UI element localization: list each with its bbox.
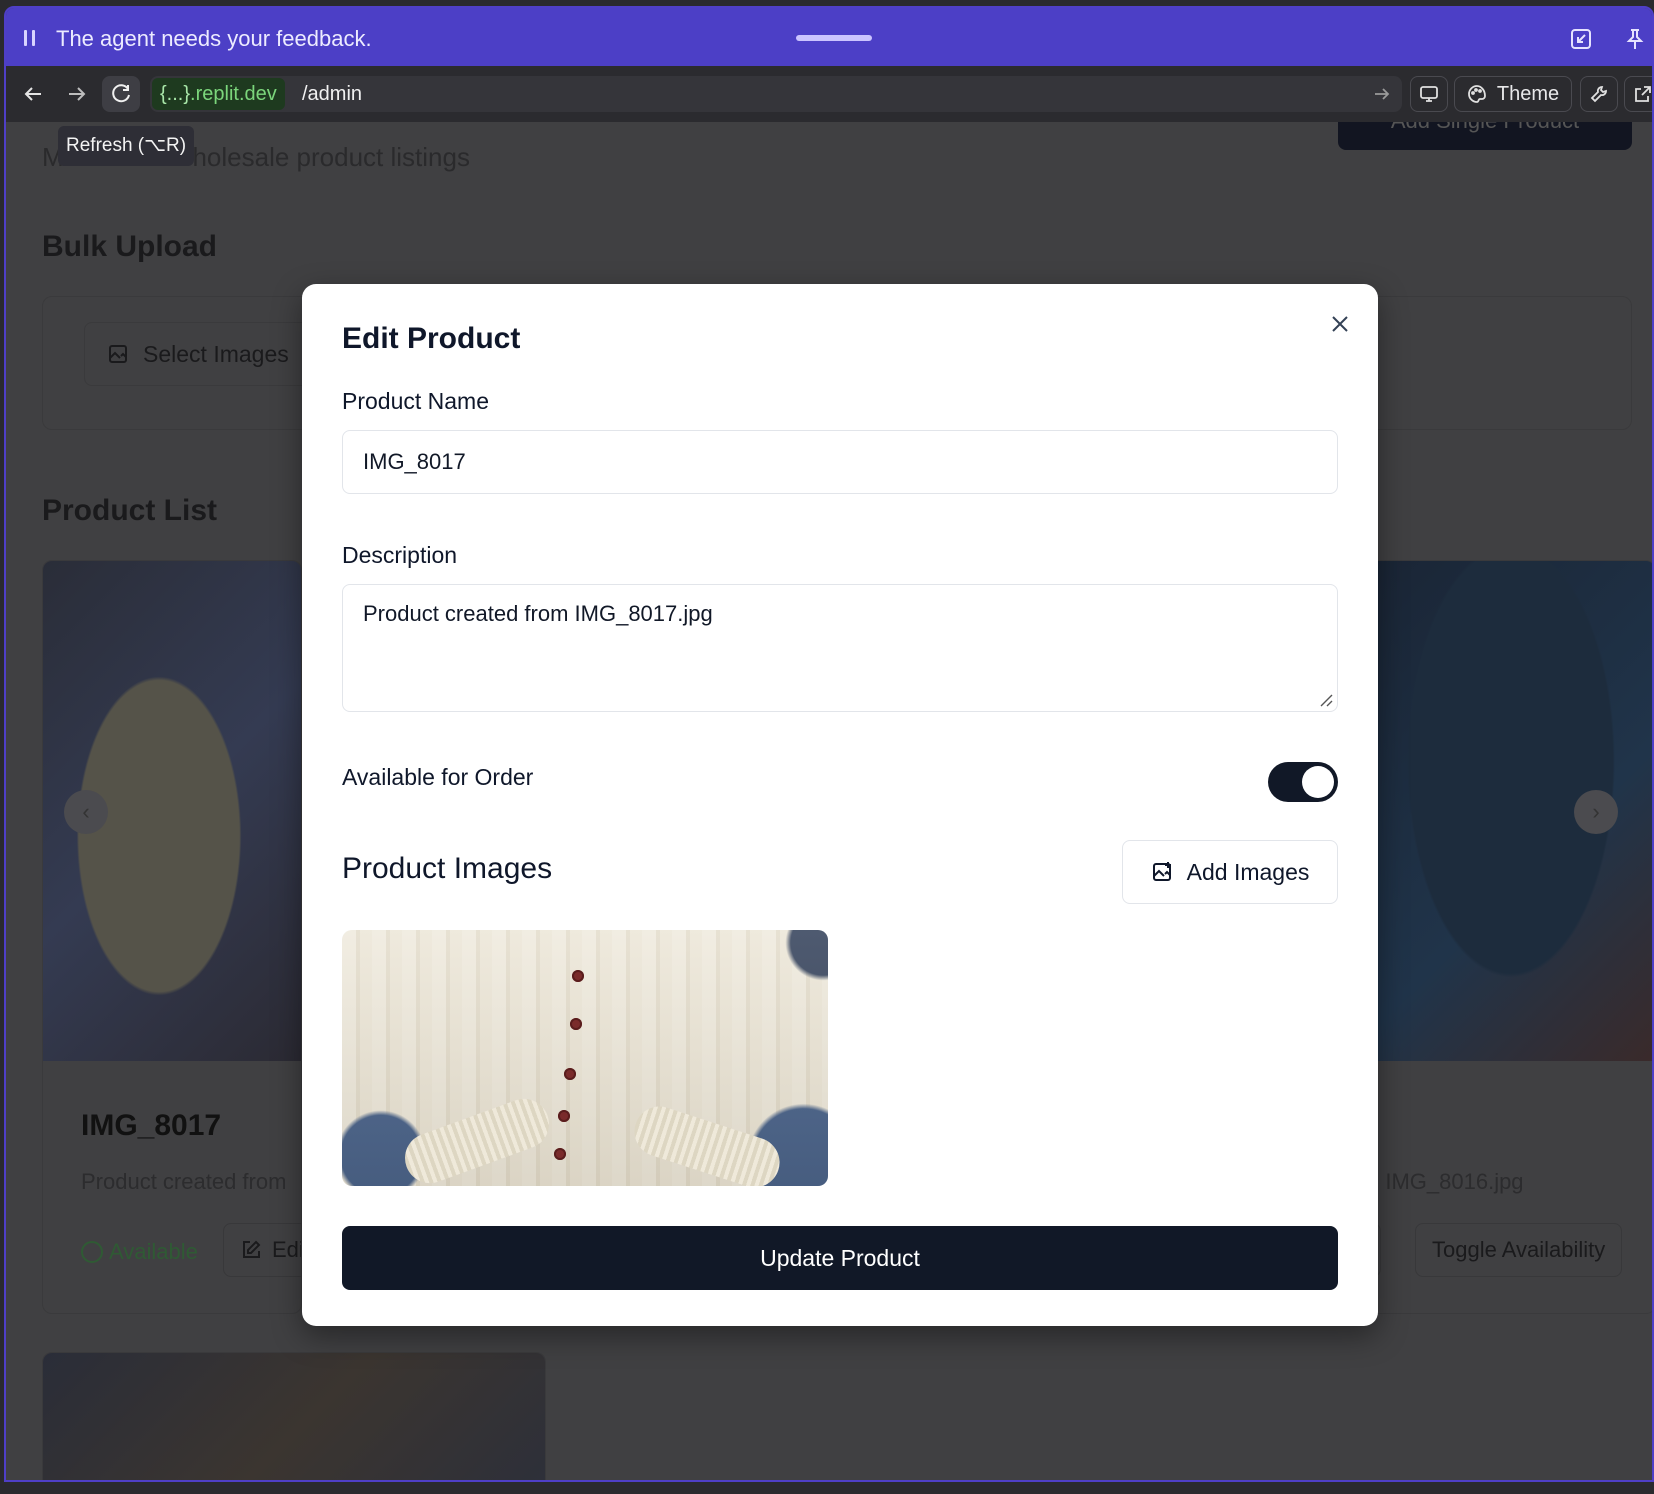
refresh-tooltip: Refresh (⌥R) [58,126,195,166]
device-preview-button[interactable] [1410,76,1448,112]
theme-label: Theme [1496,82,1560,105]
bulk-upload-heading: Bulk Upload [42,230,218,263]
description-textarea[interactable]: Product created from IMG_8017.jpg [342,584,1338,712]
pause-icon[interactable] [24,30,36,46]
available-label: Available for Order [342,764,534,790]
image-plus-icon [1152,862,1171,881]
add-images-button[interactable]: Add Images [1122,840,1338,904]
edit-product-dialog: Edit Product Product Name IMG_8017 Descr… [302,284,1378,1326]
description-value: Product created from IMG_8017.jpg [363,601,713,626]
address-bar[interactable]: {...}.replit.dev /admin [150,76,1402,112]
forward-button[interactable] [58,76,96,112]
back-button[interactable] [14,76,52,112]
product-card: IMG_8017 Product created from Available … [42,560,302,1314]
url-host: {...}.replit.dev [152,78,285,110]
url-path: /admin [302,83,363,105]
banner-message: The agent needs your feedback. [56,26,372,51]
availability-status: Available [81,1239,198,1265]
product-card-description: n IMG_8016.jpg [1367,1169,1524,1194]
resize-handle-icon[interactable] [1319,693,1333,707]
select-images-label: Select Images [143,340,289,367]
go-arrow-icon[interactable] [1372,84,1392,104]
product-name-input[interactable]: IMG_8017 [342,430,1338,494]
carousel-prev-icon[interactable]: ‹ [64,790,108,834]
edit-icon [243,1240,261,1258]
update-product-button[interactable]: Update Product [342,1226,1338,1290]
available-toggle[interactable] [1268,762,1338,802]
open-external-button[interactable] [1624,76,1652,112]
tools-button[interactable] [1580,76,1618,112]
add-single-product-button[interactable]: Add Single Product [1338,122,1632,150]
dialog-title: Edit Product [342,322,521,355]
product-card-image [43,1353,545,1480]
theme-button[interactable]: Theme [1454,76,1572,112]
select-images-button[interactable]: Select Images [84,322,324,386]
product-card: n IMG_8016.jpg it Toggle Availability [1366,560,1652,1314]
agent-feedback-banner: The agent needs your feedback. [6,8,1652,66]
palette-icon [1468,85,1486,103]
image-plus-icon [109,345,127,363]
app-frame: The agent needs your feedback. {...}.rep… [4,6,1654,1482]
toggle-availability-button[interactable]: Toggle Availability [1415,1223,1623,1277]
product-card [42,1352,546,1480]
refresh-button[interactable] [102,76,140,112]
add-images-label: Add Images [1186,858,1310,885]
drag-handle[interactable] [796,35,872,41]
pin-icon[interactable] [1624,28,1646,50]
product-image-thumbnail[interactable] [342,930,828,1186]
collapse-icon[interactable] [1570,28,1592,50]
product-images-heading: Product Images [342,852,553,885]
toggle-availability-label: Toggle Availability [1432,1237,1606,1262]
product-list-heading: Product List [42,494,218,527]
close-icon[interactable] [1328,312,1352,336]
browser-toolbar: {...}.replit.dev /admin Theme [6,66,1652,122]
edit-label: Edi [272,1237,302,1262]
toggle-knob [1302,766,1334,798]
product-name-label: Product Name [342,388,490,414]
check-circle-icon [81,1241,103,1263]
description-label: Description [342,542,458,568]
edit-button[interactable]: Edi [223,1223,302,1277]
product-card-description: Product created from [81,1169,287,1194]
product-card-title: IMG_8017 [81,1109,222,1142]
carousel-next-icon[interactable]: › [1574,790,1618,834]
